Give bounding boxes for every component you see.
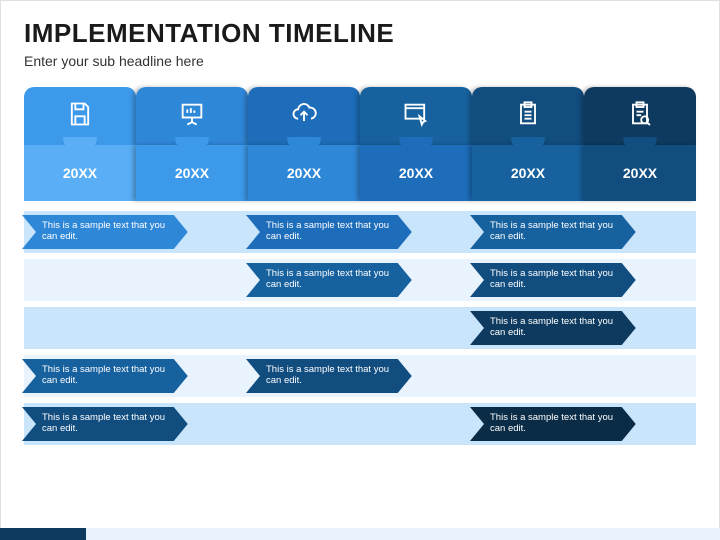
timeline-tabs xyxy=(24,87,696,145)
task-arrow[interactable]: This is a sample text that you can edit. xyxy=(246,263,412,297)
task-arrow[interactable]: This is a sample text that you can edit. xyxy=(22,407,188,441)
timeline-rows: This is a sample text that you can edit.… xyxy=(24,211,696,445)
task-arrow[interactable]: This is a sample text that you can edit. xyxy=(246,359,412,393)
year-label: 20XX xyxy=(399,165,433,181)
task-text: This is a sample text that you can edit. xyxy=(42,413,180,435)
bottom-strip xyxy=(0,528,720,540)
notch xyxy=(63,137,97,153)
notch xyxy=(623,137,657,153)
task-arrow[interactable]: This is a sample text that you can edit. xyxy=(22,215,188,249)
task-text: This is a sample text that you can edit. xyxy=(266,269,404,291)
year-label: 20XX xyxy=(175,165,209,181)
task-row-0: This is a sample text that you can edit.… xyxy=(24,211,696,253)
clipboard-search-icon xyxy=(626,100,654,133)
task-arrow[interactable]: This is a sample text that you can edit. xyxy=(470,263,636,297)
timeline: 20XX 20XX 20XX 20XX 20XX 20XX This is a sampl… xyxy=(24,87,696,445)
task-arrow[interactable]: This is a sample text that you can edit. xyxy=(470,311,636,345)
task-row-3: This is a sample text that you can edit.… xyxy=(24,355,696,397)
year-label: 20XX xyxy=(623,165,657,181)
task-arrow[interactable]: This is a sample text that you can edit. xyxy=(470,407,636,441)
year-cell-5: 20XX xyxy=(584,145,696,201)
notch xyxy=(287,137,321,153)
task-text: This is a sample text that you can edit. xyxy=(490,317,628,339)
year-cell-1: 20XX xyxy=(136,145,248,201)
notch xyxy=(511,137,545,153)
save-icon xyxy=(66,100,94,133)
page-title: IMPLEMENTATION TIMELINE xyxy=(24,18,696,49)
timeline-years: 20XX 20XX 20XX 20XX 20XX 20XX xyxy=(24,145,696,201)
task-text: This is a sample text that you can edit. xyxy=(490,413,628,435)
task-text: This is a sample text that you can edit. xyxy=(490,269,628,291)
task-arrow[interactable]: This is a sample text that you can edit. xyxy=(246,215,412,249)
task-text: This is a sample text that you can edit. xyxy=(266,365,404,387)
task-row-1: This is a sample text that you can edit.… xyxy=(24,259,696,301)
year-cell-0: 20XX xyxy=(24,145,136,201)
subtitle[interactable]: Enter your sub headline here xyxy=(24,53,696,69)
year-cell-3: 20XX xyxy=(360,145,472,201)
clipboard-icon xyxy=(514,100,542,133)
task-text: This is a sample text that you can edit. xyxy=(490,221,628,243)
notch xyxy=(175,137,209,153)
year-label: 20XX xyxy=(287,165,321,181)
window-cursor-icon xyxy=(402,100,430,133)
year-label: 20XX xyxy=(63,165,97,181)
task-text: This is a sample text that you can edit. xyxy=(266,221,404,243)
slide: IMPLEMENTATION TIMELINE Enter your sub h… xyxy=(0,0,720,540)
task-arrow[interactable]: This is a sample text that you can edit. xyxy=(22,359,188,393)
presentation-icon xyxy=(178,100,206,133)
task-row-4: This is a sample text that you can edit.… xyxy=(24,403,696,445)
cloud-upload-icon xyxy=(290,100,318,133)
year-cell-2: 20XX xyxy=(248,145,360,201)
task-text: This is a sample text that you can edit. xyxy=(42,221,180,243)
year-cell-4: 20XX xyxy=(472,145,584,201)
year-label: 20XX xyxy=(511,165,545,181)
task-arrow[interactable]: This is a sample text that you can edit. xyxy=(470,215,636,249)
notch xyxy=(399,137,433,153)
task-text: This is a sample text that you can edit. xyxy=(42,365,180,387)
task-row-2: This is a sample text that you can edit. xyxy=(24,307,696,349)
